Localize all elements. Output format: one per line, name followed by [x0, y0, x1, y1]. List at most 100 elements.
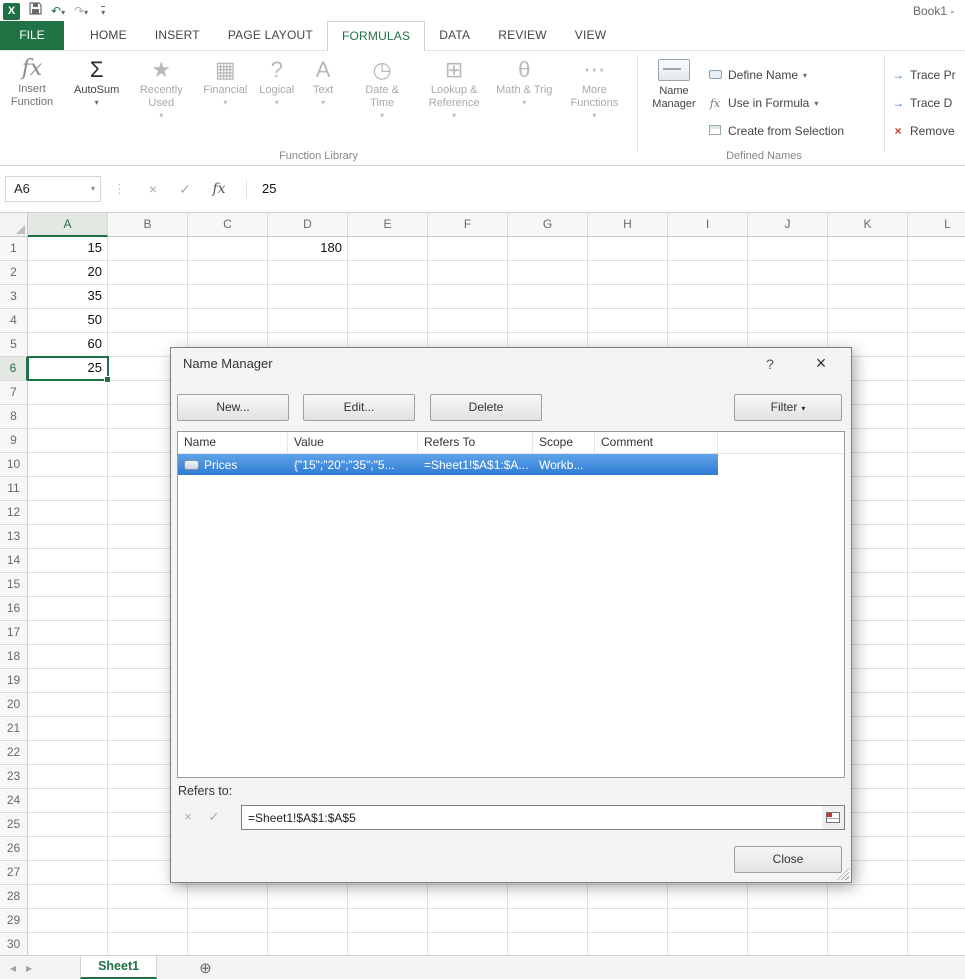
row-header-20[interactable]: 20 [0, 693, 28, 717]
cell-L18[interactable] [908, 645, 965, 669]
cell-A7[interactable] [28, 381, 108, 405]
cancel-icon[interactable]: × [140, 176, 166, 202]
cell-E1[interactable] [348, 237, 428, 261]
cell-A27[interactable] [28, 861, 108, 885]
row-header-1[interactable]: 1 [0, 237, 28, 261]
column-header-L[interactable]: L [908, 213, 965, 237]
cell-L4[interactable] [908, 309, 965, 333]
refers-to-commit-icon[interactable]: ✓ [203, 806, 225, 828]
tab-insert[interactable]: INSERT [141, 21, 214, 50]
cell-H3[interactable] [588, 285, 668, 309]
cell-D3[interactable] [268, 285, 348, 309]
cell-J29[interactable] [748, 909, 828, 933]
row-header-5[interactable]: 5 [0, 333, 28, 357]
cell-K4[interactable] [828, 309, 908, 333]
cell-B2[interactable] [108, 261, 188, 285]
column-header-A[interactable]: A [28, 213, 108, 237]
cell-L29[interactable] [908, 909, 965, 933]
name-manager-button[interactable]: Name Manager [645, 57, 703, 111]
cell-L8[interactable] [908, 405, 965, 429]
cell-H1[interactable] [588, 237, 668, 261]
cell-A22[interactable] [28, 741, 108, 765]
cell-L12[interactable] [908, 501, 965, 525]
row-header-30[interactable]: 30 [0, 933, 28, 957]
cell-A23[interactable] [28, 765, 108, 789]
cell-L15[interactable] [908, 573, 965, 597]
cell-K29[interactable] [828, 909, 908, 933]
row-header-10[interactable]: 10 [0, 453, 28, 477]
cell-A4[interactable]: 50 [28, 309, 108, 333]
cell-K1[interactable] [828, 237, 908, 261]
cell-C29[interactable] [188, 909, 268, 933]
cell-B30[interactable] [108, 933, 188, 957]
cell-F28[interactable] [428, 885, 508, 909]
row-header-16[interactable]: 16 [0, 597, 28, 621]
row-header-7[interactable]: 7 [0, 381, 28, 405]
cell-L27[interactable] [908, 861, 965, 885]
undo-button[interactable]: ↶▾ [51, 0, 65, 22]
row-header-24[interactable]: 24 [0, 789, 28, 813]
cell-A1[interactable]: 15 [28, 237, 108, 261]
cell-A21[interactable] [28, 717, 108, 741]
cell-I1[interactable] [668, 237, 748, 261]
cell-K2[interactable] [828, 261, 908, 285]
column-header-E[interactable]: E [348, 213, 428, 237]
cell-I30[interactable] [668, 933, 748, 957]
cell-F3[interactable] [428, 285, 508, 309]
row-header-15[interactable]: 15 [0, 573, 28, 597]
cell-E30[interactable] [348, 933, 428, 957]
cell-L5[interactable] [908, 333, 965, 357]
column-header-B[interactable]: B [108, 213, 188, 237]
cell-C3[interactable] [188, 285, 268, 309]
cell-J28[interactable] [748, 885, 828, 909]
cell-D30[interactable] [268, 933, 348, 957]
row-header-11[interactable]: 11 [0, 477, 28, 501]
cell-B29[interactable] [108, 909, 188, 933]
ribbon-item-trace-pr[interactable]: → Trace Pr [890, 61, 965, 89]
cell-L30[interactable] [908, 933, 965, 957]
cell-B1[interactable] [108, 237, 188, 261]
cell-D4[interactable] [268, 309, 348, 333]
row-header-14[interactable]: 14 [0, 549, 28, 573]
cell-A16[interactable] [28, 597, 108, 621]
cell-G2[interactable] [508, 261, 588, 285]
cell-I2[interactable] [668, 261, 748, 285]
cell-C1[interactable] [188, 237, 268, 261]
cell-G30[interactable] [508, 933, 588, 957]
cell-L21[interactable] [908, 717, 965, 741]
cell-K28[interactable] [828, 885, 908, 909]
cell-A18[interactable] [28, 645, 108, 669]
name-box-caret-icon[interactable]: ▾ [91, 177, 95, 201]
new-sheet-icon[interactable]: ⊕ [199, 959, 212, 977]
row-header-25[interactable]: 25 [0, 813, 28, 837]
cell-L9[interactable] [908, 429, 965, 453]
cell-L23[interactable] [908, 765, 965, 789]
cell-L14[interactable] [908, 549, 965, 573]
row-header-13[interactable]: 13 [0, 525, 28, 549]
cell-F30[interactable] [428, 933, 508, 957]
ribbon-button-more-functions[interactable]: ⋯ More Functions ▾ [558, 55, 630, 121]
refers-to-cancel-icon[interactable]: × [177, 806, 199, 828]
tab-formulas[interactable]: FORMULAS [326, 21, 426, 51]
cell-A30[interactable] [28, 933, 108, 957]
tab-review[interactable]: REVIEW [484, 21, 561, 50]
column-header-K[interactable]: K [828, 213, 908, 237]
close-button[interactable]: Close [734, 846, 842, 873]
next-sheet-icon[interactable]: ▸ [26, 961, 32, 975]
cell-E29[interactable] [348, 909, 428, 933]
save-icon[interactable] [29, 2, 42, 20]
row-header-2[interactable]: 2 [0, 261, 28, 285]
ribbon-item-define-name[interactable]: Define Name ▾ [706, 61, 844, 89]
row-header-3[interactable]: 3 [0, 285, 28, 309]
prev-sheet-icon[interactable]: ◂ [10, 961, 16, 975]
cell-I4[interactable] [668, 309, 748, 333]
cell-A3[interactable]: 35 [28, 285, 108, 309]
cell-L7[interactable] [908, 381, 965, 405]
cell-G3[interactable] [508, 285, 588, 309]
cell-C2[interactable] [188, 261, 268, 285]
name-list-item-prices[interactable]: Prices {"15";"20";"35";"5... =Sheet1!$A$1:… [178, 454, 718, 475]
cell-B4[interactable] [108, 309, 188, 333]
new-button[interactable]: New... [177, 394, 289, 421]
dialog-column-header-value[interactable]: Value [288, 432, 418, 453]
delete-button[interactable]: Delete [430, 394, 542, 421]
